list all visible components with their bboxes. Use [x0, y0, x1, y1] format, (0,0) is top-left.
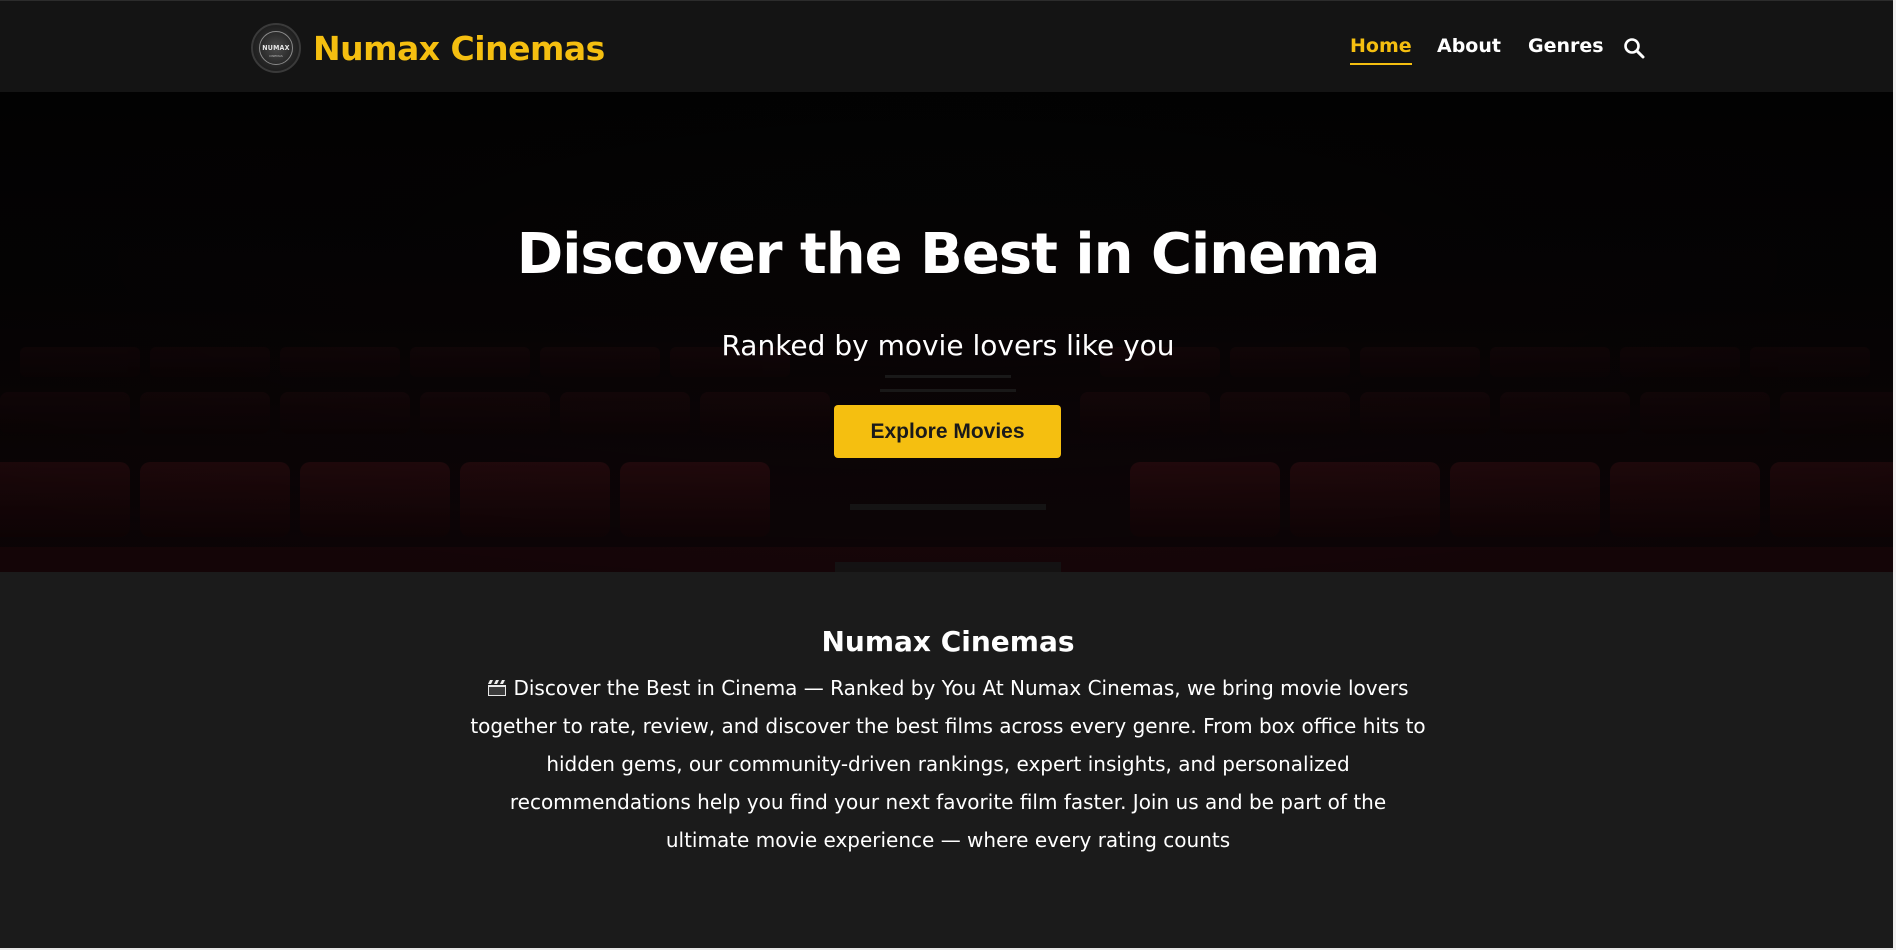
about-title: Numax Cinemas [821, 625, 1075, 658]
logo-subtext: CINEMAS [269, 54, 283, 58]
hero-section: Discover the Best in Cinema Ranked by mo… [0, 92, 1896, 572]
brand-link[interactable]: NUMAX CINEMAS Numax Cinemas [251, 23, 605, 73]
hero-title: Discover the Best in Cinema [516, 222, 1381, 287]
about-section: Numax Cinemas Discover the Best in Cinem… [0, 572, 1896, 948]
page: NUMAX CINEMAS Numax Cinemas Home About G… [0, 0, 1896, 950]
explore-movies-button[interactable]: Explore Movies [834, 405, 1061, 458]
about-text-block: Discover the Best in Cinema — Ranked by … [470, 669, 1426, 859]
clapperboard-icon [488, 680, 507, 696]
nav-about-link[interactable]: About [1437, 35, 1501, 57]
hero-subtitle: Ranked by movie lovers like you [721, 329, 1175, 362]
nav-genres-link[interactable]: Genres [1528, 35, 1604, 57]
about-text: Discover the Best in Cinema — Ranked by … [470, 676, 1426, 852]
brand-name[interactable]: Numax Cinemas [313, 29, 605, 68]
logo-text: NUMAX [262, 44, 290, 52]
navbar: NUMAX CINEMAS Numax Cinemas Home About G… [0, 0, 1896, 92]
search-icon[interactable] [1623, 37, 1645, 59]
nav-home-link[interactable]: Home [1350, 35, 1412, 65]
logo-icon[interactable]: NUMAX CINEMAS [251, 23, 301, 73]
